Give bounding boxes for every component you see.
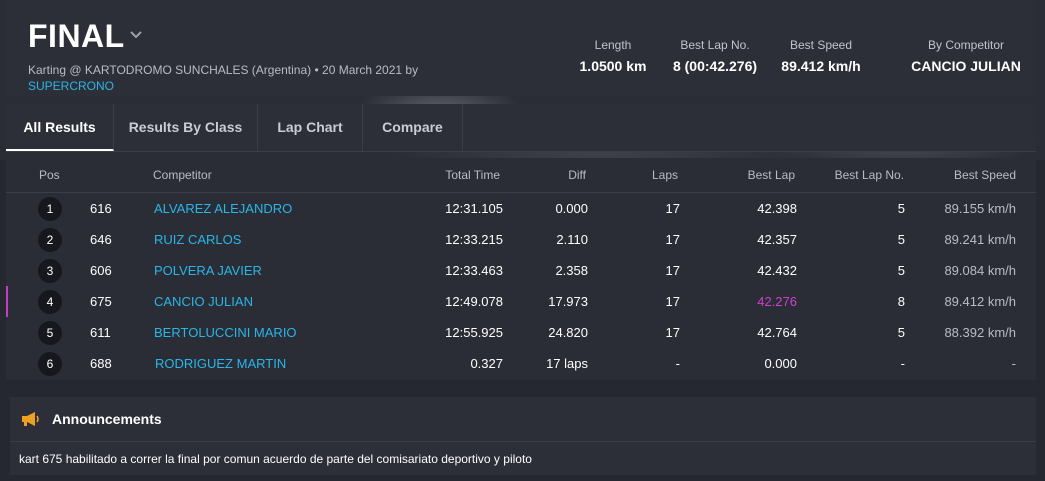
total-time: 0.327 bbox=[470, 356, 503, 371]
best-lap-no: 5 bbox=[897, 263, 905, 278]
laps: 17 bbox=[665, 325, 680, 340]
best-speed: - bbox=[1011, 356, 1016, 371]
laps: 17 bbox=[665, 294, 680, 309]
position-badge: 6 bbox=[38, 352, 62, 376]
chevron-down-icon[interactable] bbox=[128, 26, 144, 42]
tab-lap-chart[interactable]: Lap Chart bbox=[258, 104, 363, 151]
total-time: 12:31.105 bbox=[445, 201, 503, 216]
competitor-link[interactable]: ALVAREZ ALEJANDRO bbox=[154, 201, 292, 216]
kart-number: 611 bbox=[90, 325, 111, 340]
laps: - bbox=[675, 356, 680, 371]
stat-length: Length 1.0500 km bbox=[558, 38, 668, 74]
stat-label: Best Lap No. bbox=[680, 38, 750, 52]
stat-label: By Competitor bbox=[927, 38, 1005, 52]
table-row[interactable]: 1 616 ALVAREZ ALEJANDRO 12:31.105 0.000 … bbox=[6, 193, 1036, 225]
col-pos[interactable]: Pos bbox=[39, 168, 60, 182]
timing-provider-link[interactable]: SUPERCRONO bbox=[28, 79, 114, 93]
page-title: FINAL bbox=[28, 18, 125, 54]
kart-number: 606 bbox=[90, 263, 112, 278]
best-speed: 88.392 km/h bbox=[944, 325, 1016, 340]
col-laps[interactable]: Laps bbox=[598, 168, 678, 182]
tab-results-by-class[interactable]: Results By Class bbox=[114, 104, 258, 151]
best-lap: 42.764 bbox=[757, 325, 797, 340]
col-total-time[interactable]: Total Time bbox=[400, 168, 500, 182]
stat-label: Best Speed bbox=[789, 38, 853, 52]
event-header: FINAL Karting @ KARTODROMO SUNCHALES (Ar… bbox=[6, 0, 1036, 96]
col-best-lap[interactable]: Best Lap bbox=[695, 168, 795, 182]
competitor-link[interactable]: RUIZ CARLOS bbox=[154, 232, 241, 247]
stat-value: CANCIO JULIAN bbox=[911, 58, 1021, 74]
stat-value: 8 (00:42.276) bbox=[672, 58, 758, 74]
col-best-lap-no[interactable]: Best Lap No. bbox=[804, 168, 904, 182]
position-badge: 3 bbox=[38, 259, 62, 283]
best-lap: 42.432 bbox=[757, 263, 797, 278]
table-row[interactable]: 2 646 RUIZ CARLOS 12:33.215 2.110 17 42.… bbox=[6, 224, 1036, 256]
diff: 17 laps bbox=[546, 356, 588, 371]
table-row[interactable]: 3 606 POLVERA JAVIER 12:33.463 2.358 17 … bbox=[6, 255, 1036, 287]
kart-number: 616 bbox=[90, 201, 112, 216]
stat-best-lap-no: Best Lap No. 8 (00:42.276) bbox=[660, 38, 770, 74]
best-speed: 89.412 km/h bbox=[944, 294, 1016, 309]
table-row[interactable]: 5 611 BERTOLUCCINI MARIO 12:55.925 24.82… bbox=[6, 317, 1036, 349]
competitor-link[interactable]: BERTOLUCCINI MARIO bbox=[154, 325, 297, 340]
stat-by-competitor: By Competitor CANCIO JULIAN bbox=[906, 38, 1026, 74]
event-subtitle: Karting @ KARTODROMO SUNCHALES (Argentin… bbox=[28, 62, 458, 94]
diff: 2.110 bbox=[556, 232, 588, 247]
tab-all-results[interactable]: All Results bbox=[6, 104, 114, 151]
total-time: 12:33.463 bbox=[445, 263, 503, 278]
tab-compare[interactable]: Compare bbox=[363, 104, 463, 151]
results-tabs: All Results Results By Class Lap Chart C… bbox=[6, 104, 1036, 152]
kart-number: 688 bbox=[90, 356, 112, 371]
total-time: 12:55.925 bbox=[445, 325, 503, 340]
position-badge: 4 bbox=[38, 290, 62, 314]
laps: 17 bbox=[665, 263, 680, 278]
competitor-link[interactable]: RODRIGUEZ MARTIN bbox=[155, 356, 286, 371]
stat-label: Length bbox=[594, 38, 632, 52]
position-badge: 2 bbox=[38, 228, 62, 252]
stat-best-speed: Best Speed 89.412 km/h bbox=[766, 38, 876, 74]
best-lap: 42.398 bbox=[757, 201, 797, 216]
laps: 17 bbox=[665, 232, 680, 247]
position-badge: 5 bbox=[38, 321, 62, 345]
diff: 24.820 bbox=[548, 325, 588, 340]
col-competitor[interactable]: Competitor bbox=[153, 168, 212, 182]
table-row-highlighted[interactable]: 4 675 CANCIO JULIAN 12:49.078 17.973 17 … bbox=[6, 286, 1036, 318]
best-speed: 89.155 km/h bbox=[944, 201, 1016, 216]
best-lap: 0.000 bbox=[764, 356, 797, 371]
best-lap-no: - bbox=[900, 356, 905, 371]
total-time: 12:33.215 bbox=[445, 232, 503, 247]
announcements-header: Announcements bbox=[10, 397, 1036, 442]
announcements-title: Announcements bbox=[52, 411, 162, 427]
diff: 0.000 bbox=[555, 201, 588, 216]
competitor-link[interactable]: POLVERA JAVIER bbox=[154, 263, 262, 278]
diff: 17.973 bbox=[548, 294, 588, 309]
results-table: Pos Competitor Total Time Diff Laps Best… bbox=[6, 158, 1036, 380]
best-lap-no: 5 bbox=[897, 232, 905, 247]
col-best-speed[interactable]: Best Speed bbox=[906, 168, 1016, 182]
megaphone-icon bbox=[22, 412, 39, 426]
best-lap-overall: 42.276 bbox=[757, 294, 797, 309]
kart-number: 646 bbox=[90, 232, 112, 247]
best-lap-no: 5 bbox=[897, 201, 905, 216]
position-badge: 1 bbox=[38, 197, 62, 221]
best-lap-no: 5 bbox=[897, 325, 905, 340]
stat-value: 1.0500 km bbox=[579, 58, 647, 74]
best-lap-no: 8 bbox=[897, 294, 905, 309]
table-row[interactable]: 6 688 RODRIGUEZ MARTIN 0.327 17 laps - 0… bbox=[6, 348, 1036, 379]
announcements-panel: Announcements kart 675 habilitado a corr… bbox=[10, 397, 1036, 475]
announcement-text: kart 675 habilitado a correr la final po… bbox=[19, 452, 532, 466]
best-speed: 89.241 km/h bbox=[944, 232, 1016, 247]
kart-number: 675 bbox=[90, 294, 112, 309]
col-diff[interactable]: Diff bbox=[506, 168, 586, 182]
best-lap: 42.357 bbox=[757, 232, 797, 247]
laps: 17 bbox=[665, 201, 680, 216]
table-header: Pos Competitor Total Time Diff Laps Best… bbox=[6, 158, 1036, 193]
total-time: 12:49.078 bbox=[445, 294, 503, 309]
competitor-link[interactable]: CANCIO JULIAN bbox=[154, 294, 253, 309]
event-info: Karting @ KARTODROMO SUNCHALES (Argentin… bbox=[28, 63, 419, 77]
stat-value: 89.412 km/h bbox=[781, 58, 861, 74]
best-speed: 89.084 km/h bbox=[944, 263, 1016, 278]
diff: 2.358 bbox=[555, 263, 588, 278]
